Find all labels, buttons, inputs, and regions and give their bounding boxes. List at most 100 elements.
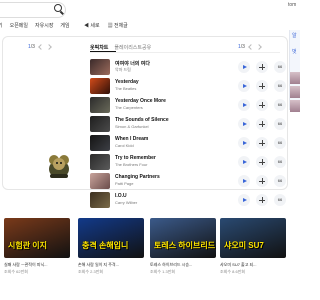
chevron-left-icon[interactable]	[248, 44, 254, 50]
count-button[interactable]: 66	[274, 99, 286, 111]
song-title[interactable]: 여여야 너의 여다	[115, 60, 150, 67]
song-artist: Simon & Garfunkel	[115, 124, 149, 129]
page-total: 3	[32, 44, 35, 50]
add-button[interactable]	[256, 80, 268, 92]
add-button[interactable]	[256, 194, 268, 206]
add-button[interactable]	[256, 61, 268, 73]
video-caption[interactable]: 손해 사람 일이 지 주격...	[78, 262, 119, 267]
count-button[interactable]: 66	[274, 175, 286, 187]
song-artist: 악마 드림	[115, 67, 131, 72]
play-button[interactable]	[238, 137, 250, 149]
plus-icon	[259, 121, 265, 127]
count-label: 66	[277, 140, 283, 145]
album-thumbnail[interactable]	[90, 78, 110, 94]
video-meta: 조회수 1.3만회	[150, 269, 176, 274]
song-artist: Patti Page	[115, 181, 134, 186]
chevron-left-icon[interactable]	[38, 44, 44, 50]
tab-playlist[interactable]: 플레이리스트공유	[114, 44, 151, 51]
count-button[interactable]: 66	[274, 194, 286, 206]
subnav-item[interactable]: ▦ 전체글	[108, 22, 128, 29]
play-button[interactable]	[238, 194, 250, 206]
count-button[interactable]: 66	[274, 137, 286, 149]
song-row[interactable]: Changing Partners Patti Page 66	[90, 172, 286, 191]
play-icon	[242, 178, 247, 183]
play-button[interactable]	[238, 175, 250, 187]
play-button[interactable]	[238, 61, 250, 73]
nav-item[interactable]: 게임	[60, 22, 69, 32]
video-thumbnail[interactable]: 토레스 하이브리드	[150, 218, 216, 258]
nav-item[interactable]: 기	[0, 22, 3, 32]
video-overlay-text: 시험관 이지	[8, 241, 48, 250]
add-button[interactable]	[256, 175, 268, 187]
song-row[interactable]: I.O.U Carry Wilber 66	[90, 191, 286, 210]
song-title[interactable]: Changing Partners	[115, 174, 160, 180]
user-hint[interactable]: tom	[288, 2, 296, 8]
song-title[interactable]: Yesterday	[115, 79, 139, 85]
count-button[interactable]: 66	[274, 80, 286, 92]
chevron-right-icon[interactable]	[256, 44, 262, 50]
chevron-right-icon[interactable]	[46, 44, 52, 50]
song-artist: The Brothers Four	[115, 162, 148, 167]
nav-item[interactable]: 오픈메일	[10, 22, 28, 32]
song-list: 여여야 너의 여다 악마 드림 66 Yesterday The Beatles…	[90, 58, 286, 210]
song-row[interactable]: The Sounds of Silence Simon & Garfunkel …	[90, 115, 286, 134]
song-row[interactable]: Yesterday Once More The Carpenters 66	[90, 96, 286, 115]
right-panel-label[interactable]: 알	[292, 32, 297, 39]
add-button[interactable]	[256, 156, 268, 168]
top-bar: tom	[0, 0, 300, 20]
album-thumbnail[interactable]	[90, 59, 110, 75]
song-row[interactable]: Yesterday The Beatles 66	[90, 77, 286, 96]
count-button[interactable]: 66	[274, 156, 286, 168]
video-meta: 조회수 8.6만회	[220, 269, 246, 274]
song-title[interactable]: Yesterday Once More	[115, 98, 166, 104]
video-meta: 조회수 62만회	[4, 269, 28, 274]
count-button[interactable]: 66	[274, 118, 286, 130]
video-caption[interactable]: 실패 사람 ㅡ관적이 피닉...	[4, 262, 47, 267]
plus-icon	[259, 140, 265, 146]
song-title[interactable]: I.O.U	[115, 193, 127, 199]
plus-icon	[259, 102, 265, 108]
subnav-item[interactable]: ◀ 세로	[84, 22, 100, 29]
song-row[interactable]: When I Dream Carol Kidd 66	[90, 134, 286, 153]
count-label: 66	[277, 64, 283, 69]
video-caption[interactable]: 토레스 하이브리드 시승...	[150, 262, 192, 267]
add-button[interactable]	[256, 118, 268, 130]
song-title[interactable]: When I Dream	[115, 136, 148, 142]
count-button[interactable]: 66	[274, 61, 286, 73]
play-icon	[242, 64, 247, 69]
side-thumbnail[interactable]	[290, 86, 300, 98]
song-title[interactable]: The Sounds of Silence	[115, 117, 169, 123]
play-icon	[242, 121, 247, 126]
play-button[interactable]	[238, 156, 250, 168]
side-thumbnail[interactable]	[290, 72, 300, 84]
play-button[interactable]	[238, 80, 250, 92]
tab-chart[interactable]: 웃픽차트	[90, 44, 108, 51]
song-row[interactable]: Try to Remember The Brothers Four 66	[90, 153, 286, 172]
album-thumbnail[interactable]	[90, 135, 110, 151]
play-button[interactable]	[238, 118, 250, 130]
add-button[interactable]	[256, 99, 268, 111]
album-thumbnail[interactable]	[90, 116, 110, 132]
sub-nav: ◀ 세로 ▦ 전체글	[84, 22, 136, 29]
song-row[interactable]: 여여야 너의 여다 악마 드림 66	[90, 58, 286, 77]
album-thumbnail[interactable]	[90, 97, 110, 113]
song-artist: Carry Wilber	[115, 200, 138, 205]
song-title[interactable]: Try to Remember	[115, 155, 156, 161]
play-button[interactable]	[238, 99, 250, 111]
side-thumbnail[interactable]	[290, 100, 300, 112]
right-panel-label[interactable]: 벗	[292, 48, 297, 55]
play-icon	[242, 140, 247, 145]
search-icon[interactable]	[54, 4, 62, 12]
nav-item[interactable]: 자유시장	[35, 22, 53, 32]
mascot-character	[49, 155, 69, 178]
album-thumbnail[interactable]	[90, 192, 110, 208]
video-caption[interactable]: 샤오미 SU7 출고 되...	[220, 262, 257, 267]
count-label: 66	[277, 159, 283, 164]
video-thumbnail[interactable]: 충격 손해입니	[78, 218, 144, 258]
video-thumbnail[interactable]: 시험관 이지	[4, 218, 70, 258]
album-thumbnail[interactable]	[90, 154, 110, 170]
video-thumbnail[interactable]: 샤오미 SU7	[220, 218, 286, 258]
video-overlay-text: 충격 손해입니	[82, 241, 129, 250]
add-button[interactable]	[256, 137, 268, 149]
album-thumbnail[interactable]	[90, 173, 110, 189]
